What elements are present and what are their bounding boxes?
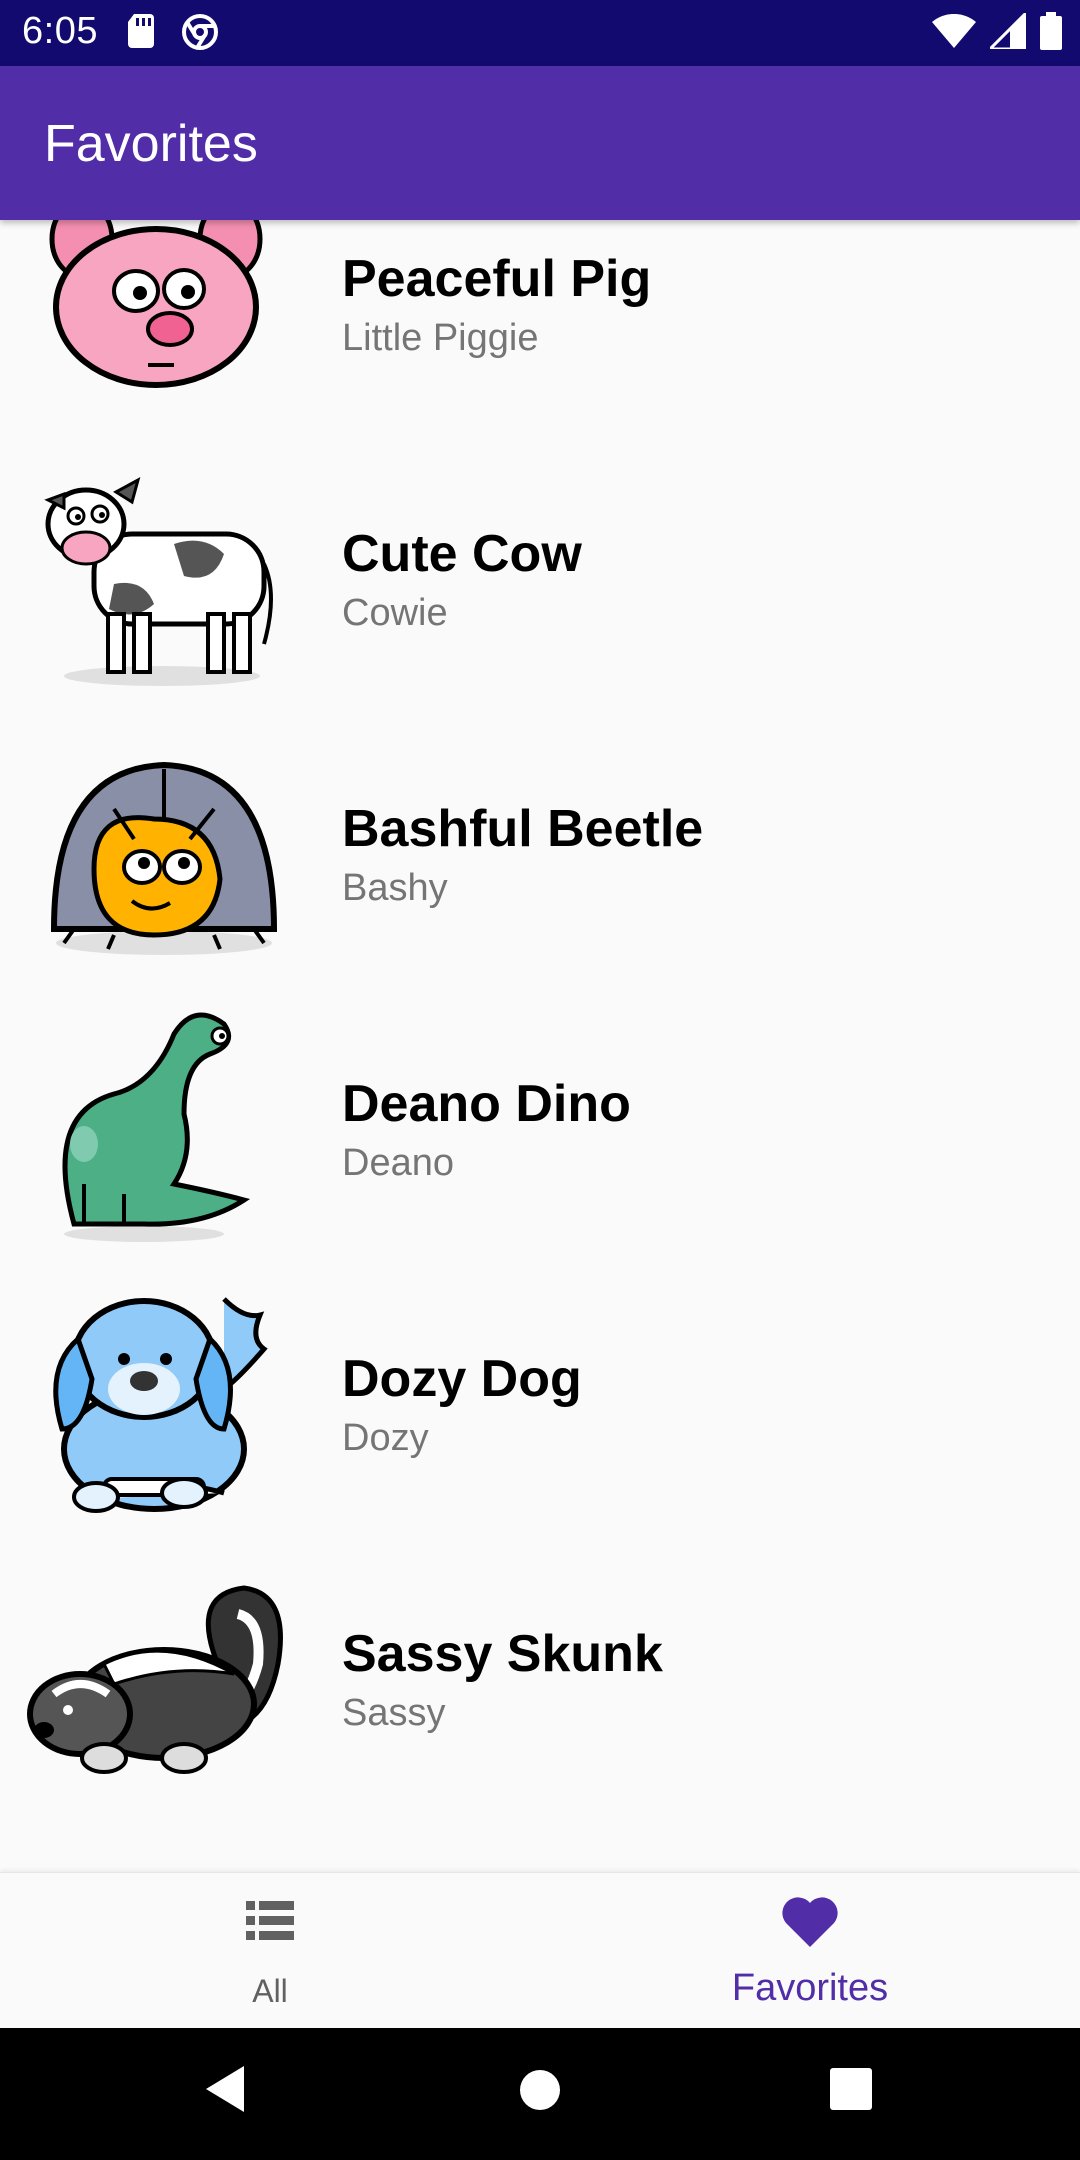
beetle-icon bbox=[50, 761, 278, 955]
home-icon[interactable] bbox=[518, 2068, 562, 2112]
list-item[interactable]: Deano Dino Deano bbox=[0, 988, 1080, 1263]
wifi-icon bbox=[932, 14, 976, 48]
battery-icon bbox=[1040, 12, 1062, 50]
dog-icon bbox=[53, 1297, 268, 1513]
list-item[interactable]: Sassy Skunk Sassy bbox=[0, 1538, 1080, 1813]
status-time: 6:05 bbox=[22, 10, 98, 52]
page-title: Favorites bbox=[44, 115, 258, 173]
animal-nickname: Cowie bbox=[342, 592, 448, 634]
system-navigation-bar bbox=[0, 2028, 1080, 2160]
skunk-icon bbox=[27, 1585, 283, 1774]
cow-icon bbox=[44, 476, 273, 686]
tab-all-label: All bbox=[252, 1973, 288, 2009]
animal-name: Sassy Skunk bbox=[342, 1625, 663, 1683]
animal-name: Deano Dino bbox=[342, 1075, 631, 1133]
animal-nickname: Dozy bbox=[342, 1417, 429, 1459]
bottom-navigation: All Favorites bbox=[0, 1872, 1080, 2029]
app-bar: Favorites bbox=[0, 66, 1080, 220]
list-item-partial[interactable]: z z bbox=[0, 1813, 1080, 1872]
chrome-icon bbox=[182, 14, 218, 50]
back-icon[interactable] bbox=[204, 2064, 248, 2114]
list-icon bbox=[246, 1901, 294, 1940]
status-right-icons bbox=[932, 12, 1062, 50]
list-item[interactable]: Cute Cow Cowie bbox=[0, 438, 1080, 713]
animal-nickname: Bashy bbox=[342, 867, 448, 909]
tab-all[interactable]: All bbox=[0, 1873, 540, 2029]
cell-signal-icon bbox=[990, 13, 1026, 49]
recents-icon[interactable] bbox=[830, 2068, 872, 2110]
status-left-icons bbox=[128, 14, 218, 50]
list-item[interactable]: Peaceful Pig Little Piggie bbox=[0, 220, 1080, 438]
animal-name: Peaceful Pig bbox=[342, 250, 652, 308]
list-item[interactable]: Dozy Dog Dozy bbox=[0, 1263, 1080, 1538]
animal-nickname: Deano bbox=[342, 1142, 454, 1184]
pig-icon bbox=[49, 220, 263, 388]
favorites-list[interactable]: Peaceful Pig Little Piggie Cute Cow Cowi… bbox=[0, 220, 1080, 1872]
animal-name: Bashful Beetle bbox=[342, 800, 704, 858]
tab-favorites-label: Favorites bbox=[731, 1967, 889, 2009]
list-item[interactable]: Bashful Beetle Bashy bbox=[0, 713, 1080, 988]
tab-favorites[interactable]: Favorites bbox=[540, 1873, 1080, 2029]
heart-icon bbox=[782, 1897, 838, 1947]
sd-card-icon bbox=[128, 14, 154, 48]
sleeping-animal-icon: z z bbox=[24, 1829, 288, 1872]
animal-nickname: Sassy bbox=[342, 1692, 446, 1734]
animal-name: Cute Cow bbox=[342, 525, 582, 583]
status-bar: 6:05 bbox=[0, 0, 1080, 66]
dino-icon bbox=[62, 1012, 251, 1242]
favorites-list-content: Peaceful Pig Little Piggie Cute Cow Cowi… bbox=[0, 220, 1080, 1872]
animal-name: Dozy Dog bbox=[342, 1350, 582, 1408]
animal-nickname: Little Piggie bbox=[342, 317, 539, 359]
